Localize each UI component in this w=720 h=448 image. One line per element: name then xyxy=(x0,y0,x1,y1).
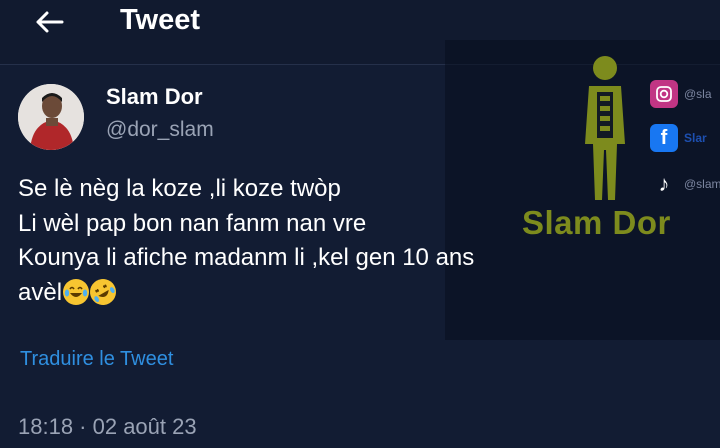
watermark-tiktok: ♪ @slam xyxy=(650,170,720,198)
tweet-timestamp: 18:18 · 02 août 23 xyxy=(18,414,197,439)
instagram-icon xyxy=(650,80,678,108)
back-button[interactable] xyxy=(24,2,74,42)
translate-tweet-link[interactable]: Traduire le Tweet xyxy=(20,348,173,371)
rolling-on-the-floor-laughing-icon xyxy=(85,273,121,310)
face-with-tears-of-joy-icon xyxy=(63,278,90,305)
author-handle: @dor_slam xyxy=(106,118,214,141)
tweet-line: Li wèl pap bon nan fanm nan vre xyxy=(18,209,367,237)
tweet-line: Se lè nèg la koze ,li koze twòp xyxy=(18,175,341,202)
tiktok-icon: ♪ xyxy=(658,171,670,196)
tweet-text: Se lè nèg la koze ,li koze twòp Li wèl p… xyxy=(18,172,474,310)
avatar[interactable] xyxy=(18,84,84,150)
tweet-line: Kounya li afiche madanm li ,kel gen 10 a… xyxy=(18,244,475,271)
arrow-left-icon xyxy=(36,11,64,33)
facebook-icon: f xyxy=(650,124,678,152)
author-name[interactable]: Slam Dor xyxy=(106,84,203,110)
watermark-figure-icon xyxy=(585,56,625,200)
avatar-image xyxy=(18,84,84,150)
watermark-facebook: f Slar xyxy=(650,124,720,152)
tweet-line-last: avèl xyxy=(18,273,474,311)
watermark-text: Slam Dor xyxy=(522,204,671,241)
watermark-instagram: @sla xyxy=(650,80,720,108)
page-title: Tweet xyxy=(120,4,201,36)
